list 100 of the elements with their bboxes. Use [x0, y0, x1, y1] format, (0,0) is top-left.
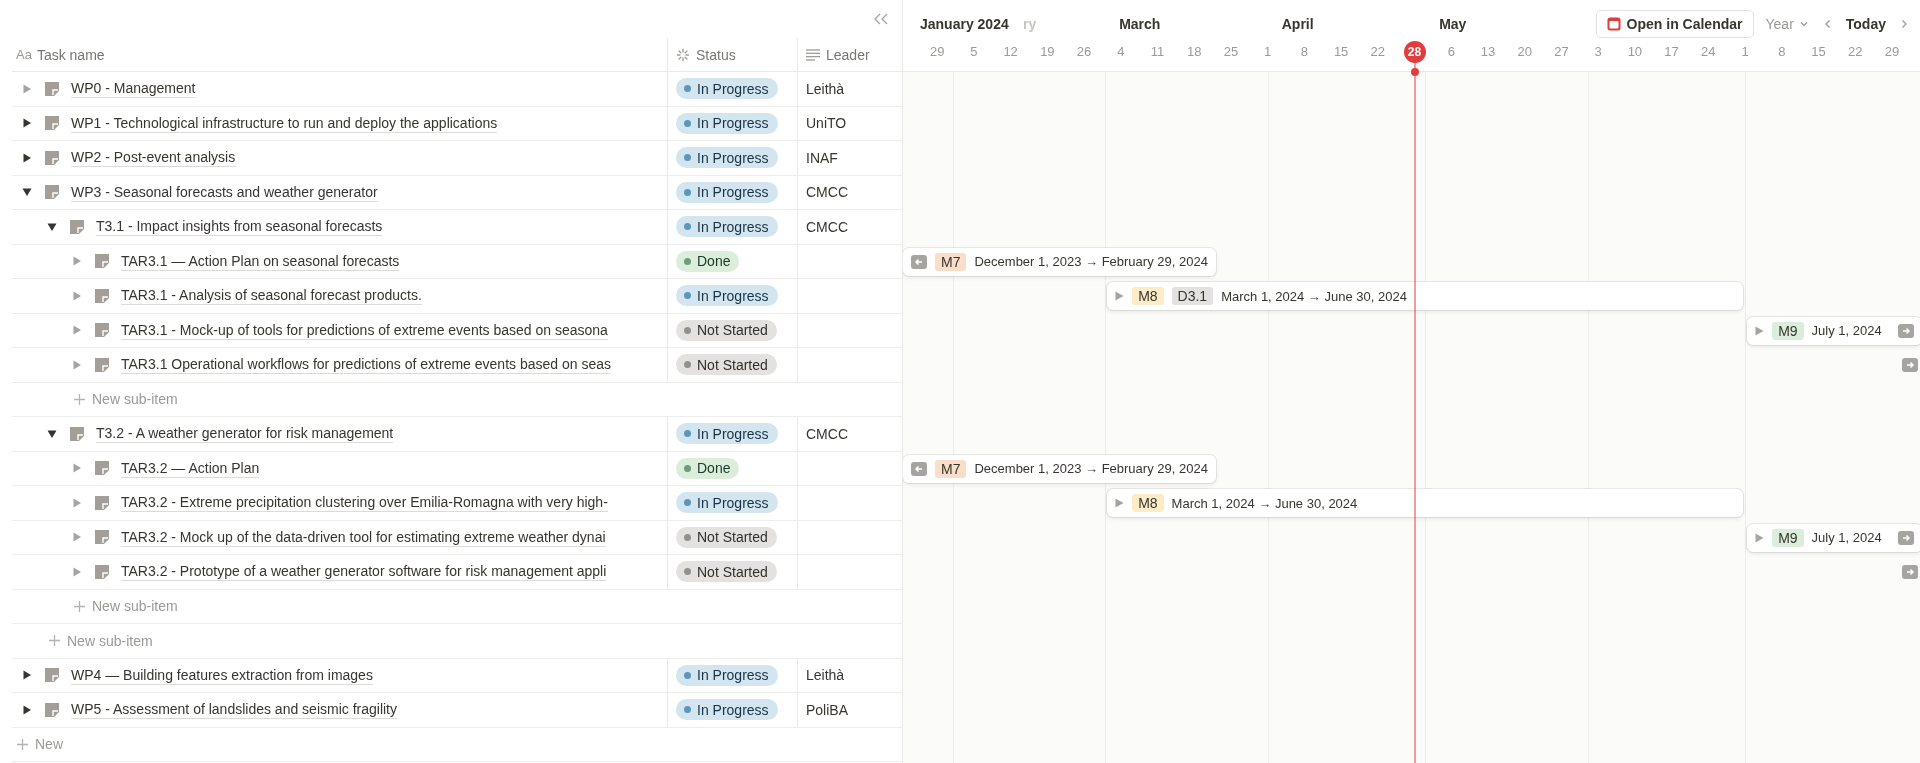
- milestone-tag: M8: [1132, 494, 1164, 512]
- task-name[interactable]: TAR3.2 - Prototype of a weather generator software for risk management appli: [121, 562, 607, 582]
- plus-icon: [16, 737, 29, 751]
- page-icon: [44, 115, 60, 132]
- expand-toggle-icon[interactable]: [22, 187, 32, 198]
- page-icon: [94, 287, 110, 304]
- expand-toggle-icon[interactable]: [47, 221, 57, 232]
- page-icon: [44, 701, 60, 718]
- status-tag[interactable]: Done: [676, 250, 740, 272]
- today-marker: 28: [1403, 41, 1426, 63]
- column-header[interactable]: Task name: [36, 46, 105, 63]
- status-tag[interactable]: In Progress: [676, 112, 778, 134]
- week-label: 12: [1002, 44, 1019, 59]
- expand-toggle-icon[interactable]: [1115, 291, 1125, 301]
- status-tag[interactable]: In Progress: [676, 699, 778, 721]
- task-name[interactable]: WP0 - Management: [71, 79, 196, 99]
- expand-toggle-icon[interactable]: [22, 704, 32, 715]
- collapse-icon[interactable]: [874, 13, 888, 25]
- week-label: 5: [969, 44, 979, 59]
- expand-toggle-icon[interactable]: [22, 83, 32, 94]
- text-type-icon: Aa: [16, 47, 32, 62]
- status-tag[interactable]: In Progress: [676, 78, 778, 100]
- leader-text: INAF: [806, 149, 838, 166]
- expand-toggle-icon[interactable]: [72, 256, 82, 267]
- task-name[interactable]: WP1 - Technological infrastructure to run and deploy the applications: [71, 113, 498, 133]
- timeline-bar[interactable]: M7 December 1, 2023 → February 29, 2024: [903, 247, 1216, 276]
- today-button[interactable]: Today: [1841, 16, 1890, 32]
- status-tag[interactable]: In Progress: [676, 664, 778, 686]
- status-tag[interactable]: Done: [676, 457, 740, 479]
- expand-toggle-icon[interactable]: [1755, 532, 1765, 543]
- expand-toggle-icon[interactable]: [1115, 498, 1125, 508]
- plus-icon: [73, 392, 86, 406]
- expand-toggle-icon[interactable]: [22, 152, 32, 163]
- task-name[interactable]: WP3 - Seasonal forecasts and weather generator: [71, 182, 378, 202]
- plus-icon: [73, 599, 86, 613]
- task-name[interactable]: TAR3.1 — Action Plan on seasonal forecasts: [121, 251, 400, 271]
- timeline-bar[interactable]: M9 July 1, 2024: [1747, 316, 1920, 345]
- week-label: 1: [1263, 44, 1273, 59]
- task-name[interactable]: WP5 - Assessment of landslides and seismic fragility: [71, 700, 397, 720]
- page-icon: [44, 667, 60, 684]
- date-range: July 1, 2024: [1811, 530, 1882, 545]
- task-name[interactable]: T3.2 - A weather generator for risk management: [96, 424, 394, 444]
- expand-toggle-icon[interactable]: [22, 118, 32, 129]
- month-label: May: [1439, 16, 1467, 32]
- timeline-bar[interactable]: M8 March 1, 2024 → June 30, 2024: [1107, 489, 1744, 517]
- task-name[interactable]: TAR3.1 - Analysis of seasonal forecast products.: [121, 286, 422, 306]
- timeline-bar[interactable]: M8 D3.1 March 1, 2024 → June 30, 2024: [1107, 282, 1744, 310]
- week-label: 15: [1332, 44, 1350, 59]
- task-name[interactable]: WP2 - Post-event analysis: [71, 148, 236, 168]
- page-icon: [69, 218, 85, 235]
- status-tag[interactable]: In Progress: [676, 216, 778, 238]
- status-tag[interactable]: In Progress: [676, 285, 778, 307]
- week-label: 8: [1299, 44, 1309, 59]
- timeline-bar[interactable]: M9 July 1, 2024: [1747, 523, 1920, 552]
- date-range: March 1, 2024 → June 30, 2024: [1171, 495, 1358, 511]
- milestone-tag: M9: [1772, 528, 1804, 547]
- leader-text: CMCC: [806, 218, 848, 235]
- expand-toggle-icon[interactable]: [72, 566, 82, 577]
- column-header[interactable]: Status: [696, 46, 736, 63]
- month-label: March: [1119, 16, 1161, 32]
- expand-toggle-icon[interactable]: [72, 463, 82, 474]
- week-label: 8: [1777, 44, 1787, 59]
- status-tag[interactable]: In Progress: [676, 147, 778, 169]
- task-name[interactable]: TAR3.2 - Extreme precipitation clustering over Emilia-Romagna with very high-: [121, 493, 608, 513]
- week-label: 1: [1740, 44, 1750, 59]
- calendar-icon: [1606, 17, 1621, 31]
- task-name[interactable]: WP4 — Building features extraction from images: [71, 665, 373, 685]
- week-label: 29: [1883, 44, 1901, 59]
- task-name[interactable]: T3.1 - Impact insights from seasonal forecasts: [96, 217, 383, 237]
- status-tag[interactable]: Not Started: [676, 526, 777, 548]
- expand-toggle-icon[interactable]: [47, 428, 57, 439]
- status-tag[interactable]: In Progress: [676, 181, 778, 203]
- week-label: 27: [1553, 44, 1570, 59]
- status-tag[interactable]: In Progress: [676, 492, 778, 514]
- week-label: 29: [928, 44, 946, 59]
- task-name[interactable]: TAR3.2 — Action Plan: [121, 458, 260, 478]
- task-name[interactable]: TAR3.1 - Mock-up of tools for predictions of extreme events based on seasona: [121, 320, 608, 340]
- expand-toggle-icon[interactable]: [22, 670, 32, 681]
- open-in-calendar-button[interactable]: Open in Calendar: [1595, 10, 1754, 38]
- leader-text: CMCC: [806, 425, 848, 442]
- timeline-bar[interactable]: M7 December 1, 2023 → February 29, 2024: [903, 454, 1216, 483]
- milestone-tag: M7: [935, 459, 967, 478]
- page-icon: [44, 80, 60, 97]
- expand-toggle-icon[interactable]: [72, 497, 82, 508]
- status-tag[interactable]: In Progress: [676, 423, 778, 445]
- status-tag[interactable]: Not Started: [676, 561, 777, 583]
- expand-toggle-icon[interactable]: [1755, 325, 1765, 336]
- status-tag[interactable]: Not Started: [676, 319, 777, 341]
- column-header[interactable]: Leader: [826, 46, 870, 63]
- week-label: 10: [1626, 44, 1644, 59]
- expand-toggle-icon[interactable]: [72, 325, 82, 336]
- page-icon: [94, 356, 110, 373]
- task-name[interactable]: TAR3.1 Operational workflows for predictions of extreme events based on seas: [121, 355, 611, 375]
- page-icon: [94, 563, 110, 580]
- expand-toggle-icon[interactable]: [72, 532, 82, 543]
- status-tag[interactable]: Not Started: [676, 354, 777, 376]
- expand-toggle-icon[interactable]: [72, 290, 82, 301]
- expand-toggle-icon[interactable]: [72, 359, 82, 370]
- leader-text: PoliBA: [806, 701, 849, 718]
- task-name[interactable]: TAR3.2 - Mock up of the data-driven tool for estimating extreme weather dynai: [121, 527, 606, 547]
